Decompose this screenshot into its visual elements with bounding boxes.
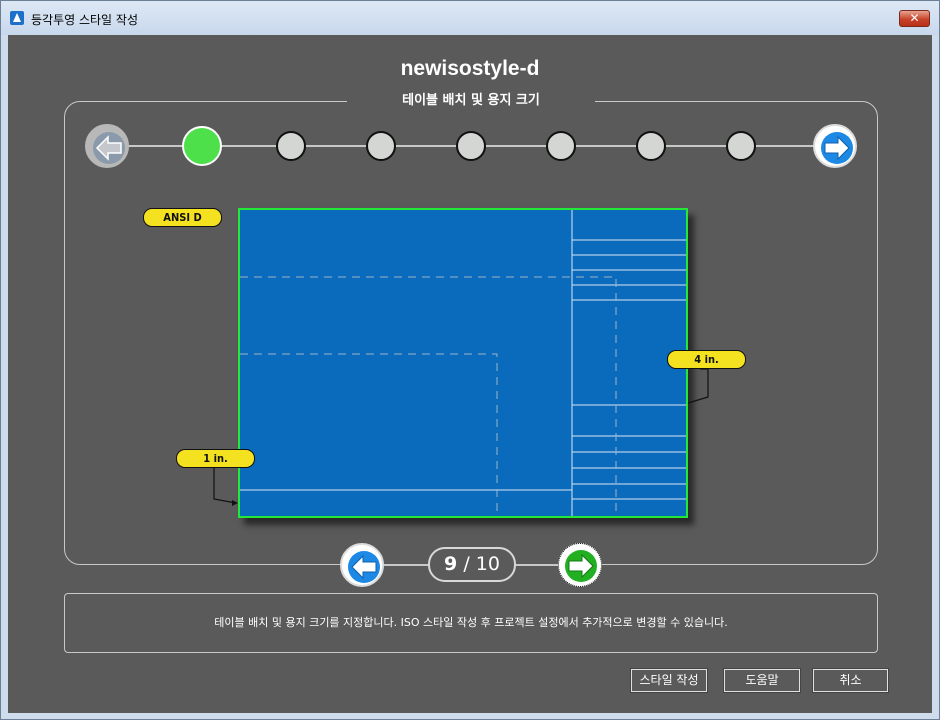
description-text: 테이블 배치 및 용지 크기를 지정합니다. ISO 스타일 작성 후 프로젝트… (214, 616, 728, 629)
title-bar: 등각투영 스타일 작성 ✕ (1, 1, 939, 35)
next-section-button[interactable] (813, 124, 857, 168)
previous-page-button[interactable] (340, 543, 384, 587)
autocad-logo-icon (10, 11, 24, 25)
style-name-heading: newisostyle-d (400, 57, 540, 80)
dialog-window: 등각투영 스타일 작성 ✕ newisostyle-d 테이블 배치 및 용지 … (0, 0, 940, 720)
arrow-right-icon (565, 550, 597, 582)
step-dot[interactable] (276, 131, 306, 161)
sheet-preview (238, 208, 688, 518)
step-dot-active[interactable] (182, 126, 222, 166)
right-offset-badge: 4 in. (667, 350, 746, 369)
total-pages: / 10 (463, 553, 500, 575)
current-page: 9 (444, 553, 458, 575)
description-box: 테이블 배치 및 용지 크기를 지정합니다. ISO 스타일 작성 후 프로젝트… (64, 593, 878, 653)
cancel-button[interactable]: 취소 (812, 668, 889, 693)
previous-section-button[interactable] (85, 124, 129, 168)
step-dot[interactable] (456, 131, 486, 161)
page-indicator: 9 / 10 (428, 547, 516, 582)
window-title: 등각투영 스타일 작성 (31, 13, 138, 27)
dialog-body: newisostyle-d 테이블 배치 및 용지 크기 ANSI D 4 in… (8, 35, 932, 713)
sheet-layout-drawing (240, 210, 686, 516)
step-dot[interactable] (366, 131, 396, 161)
arrow-right-icon (821, 132, 853, 164)
help-button[interactable]: 도움말 (723, 668, 801, 693)
step-dot[interactable] (546, 131, 576, 161)
sheet-size-badge: ANSI D (143, 208, 222, 227)
step-dot[interactable] (636, 131, 666, 161)
step-dot[interactable] (726, 131, 756, 161)
close-button[interactable]: ✕ (899, 10, 930, 27)
bottom-offset-badge: 1 in. (176, 449, 255, 468)
create-style-button[interactable]: 스타일 작성 (630, 668, 708, 693)
arrow-left-icon (93, 132, 125, 164)
section-title: 테이블 배치 및 용지 크기 (347, 91, 595, 111)
arrow-left-icon (348, 551, 380, 583)
next-page-button[interactable] (558, 543, 602, 587)
